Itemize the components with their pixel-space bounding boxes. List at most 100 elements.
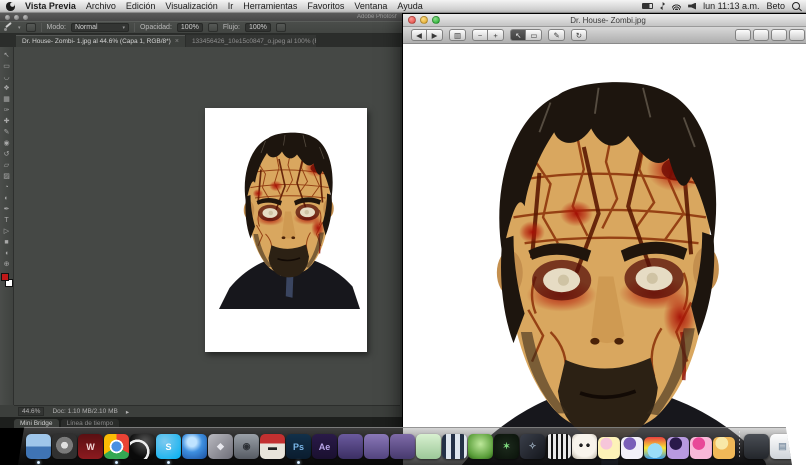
blue-orb-app-dock-icon[interactable] <box>182 434 207 459</box>
purple-app-2-dock-icon[interactable] <box>364 434 389 459</box>
dark-gem-app-dock-icon[interactable]: ✧ <box>520 434 545 459</box>
edit-button-3[interactable] <box>789 29 805 41</box>
edit-button-1[interactable] <box>753 29 769 41</box>
pony-rainbow-dash-dock-icon[interactable] <box>644 437 666 459</box>
bluetooth-icon[interactable] <box>660 2 666 10</box>
select-tool-button[interactable]: ▭ <box>526 29 543 41</box>
user-menu[interactable]: Beto <box>766 1 785 11</box>
marquee-tool[interactable]: ▭ <box>1 61 13 72</box>
brush-panel-toggle[interactable] <box>25 23 36 32</box>
pen-tool[interactable]: ✒ <box>1 204 13 215</box>
purple-app-3-dock-icon[interactable] <box>390 434 415 459</box>
brush-tool[interactable]: ✎ <box>1 127 13 138</box>
stacks-folder-dock-icon[interactable] <box>744 434 769 459</box>
wifi-icon[interactable] <box>672 2 682 10</box>
edit-button-2[interactable] <box>771 29 787 41</box>
rotate-button[interactable]: ↻ <box>570 29 588 41</box>
mini-bridge-tab[interactable]: Mini Bridge <box>14 419 59 428</box>
flow-field[interactable]: 100% <box>244 23 271 32</box>
zoom-in-button[interactable]: + <box>488 29 505 41</box>
mint-app-dock-icon[interactable] <box>416 434 441 459</box>
foreground-color-swatch[interactable] <box>0 273 9 281</box>
lasso-tool[interactable]: ◡ <box>1 72 13 83</box>
move-tool[interactable]: ↖ <box>1 50 13 61</box>
zoom-out-button[interactable]: − <box>472 29 489 41</box>
airbrush-toggle[interactable] <box>275 23 286 32</box>
brush-tool-icon[interactable] <box>4 23 13 32</box>
pony-pinkie-pie-dock-icon[interactable] <box>690 437 712 459</box>
menu-ir[interactable]: Ir <box>228 1 234 11</box>
path-selection-tool[interactable]: ▷ <box>1 226 13 237</box>
markup-button[interactable]: ✎ <box>548 29 565 41</box>
pony-fluttershy-dock-icon[interactable] <box>598 437 620 459</box>
document-tab-active[interactable]: Dr. House- Zombi- 1.jpg al 44.6% (Capa 1… <box>16 35 185 47</box>
close-button[interactable] <box>5 14 10 20</box>
menu-herramientas[interactable]: Herramientas <box>243 1 297 11</box>
tool-preset-arrow-icon[interactable]: ▾ <box>18 25 21 31</box>
dodge-tool[interactable]: ◐ <box>1 193 13 204</box>
menu-archivo[interactable]: Archivo <box>86 1 116 11</box>
healing-brush-tool[interactable]: ✚ <box>1 116 13 127</box>
menu-ventana[interactable]: Ventana <box>354 1 387 11</box>
pony-applejack-dock-icon[interactable] <box>713 437 735 459</box>
close-tab-icon[interactable]: × <box>175 38 179 45</box>
timeline-tab[interactable]: Línea de tiempo <box>60 419 120 428</box>
clone-stamp-tool[interactable]: ◉ <box>1 138 13 149</box>
chrome-dock-icon[interactable] <box>104 434 129 464</box>
movie-clapper-app-dock-icon[interactable]: ▬ <box>260 434 285 459</box>
app-menu-vista-previa[interactable]: Vista Previa <box>25 1 76 11</box>
green-shell-app-dock-icon[interactable] <box>468 434 493 459</box>
menu-edicion[interactable]: Edición <box>126 1 156 11</box>
menu-ayuda[interactable]: Ayuda <box>397 1 422 11</box>
quick-selection-tool[interactable]: ❖ <box>1 83 13 94</box>
back-button[interactable]: ◀ <box>411 29 427 41</box>
menu-visualizacion[interactable]: Visualización <box>165 1 217 11</box>
minimize-button[interactable] <box>14 14 19 20</box>
document-tab-inactive[interactable]: 133456426_10e15c0847_o.jpeg al 100% (RGB… <box>185 35 316 47</box>
black-swoosh-app-dock-icon[interactable] <box>130 434 155 459</box>
after-effects-dock-icon[interactable]: Ae <box>312 434 337 459</box>
thumbnail-view-button[interactable] <box>735 29 751 41</box>
move-tool-button[interactable]: ↖ <box>510 29 527 41</box>
zoom-tool[interactable]: ⊕ <box>1 259 13 270</box>
spotlight-icon[interactable] <box>792 2 800 10</box>
eyedropper-tool[interactable]: ✑ <box>1 105 13 116</box>
mode-dropdown[interactable]: Normal ▾ <box>70 23 129 32</box>
eraser-tool[interactable]: ▱ <box>1 160 13 171</box>
canvas-area[interactable] <box>14 47 400 405</box>
status-arrow-icon[interactable]: ▸ <box>126 408 129 416</box>
red-w-app-dock-icon[interactable]: W <box>78 434 103 459</box>
video-camera-app-dock-icon[interactable]: ◉ <box>234 434 259 459</box>
canvas-document[interactable] <box>205 108 367 352</box>
history-brush-tool[interactable]: ↺ <box>1 149 13 160</box>
preview-titlebar[interactable]: Dr. House- Zombi.jpg <box>403 14 806 27</box>
blur-tool[interactable]: ◔ <box>1 182 13 193</box>
sidebar-toggle-button[interactable]: ▥ <box>449 29 467 41</box>
crop-tool[interactable]: ▦ <box>1 94 13 105</box>
type-tool[interactable]: T <box>1 215 13 226</box>
gradient-tool[interactable]: ▨ <box>1 171 13 182</box>
green-star-app-dock-icon[interactable]: ✶ <box>494 434 519 459</box>
zoom-button[interactable] <box>23 14 28 20</box>
finder-dock-icon[interactable] <box>26 434 51 464</box>
forward-button[interactable]: ▶ <box>427 29 443 41</box>
film-strip-app-dock-icon[interactable] <box>442 434 467 459</box>
pony-twilight-dock-icon[interactable] <box>667 437 689 459</box>
tiger-app-dock-icon[interactable] <box>572 434 597 459</box>
disc-burner-dock-icon[interactable] <box>52 434 77 459</box>
zoom-level-field[interactable]: 44.6% <box>18 407 45 416</box>
gray-diamond-app-dock-icon[interactable]: ◆ <box>208 434 233 459</box>
photoshop-dock-icon[interactable]: Ps <box>286 434 311 464</box>
purple-app-1-dock-icon[interactable] <box>338 434 363 459</box>
skype-dock-icon[interactable]: S <box>156 434 181 464</box>
apple-menu-icon[interactable] <box>6 1 15 11</box>
volume-icon[interactable] <box>688 2 697 10</box>
menu-favoritos[interactable]: Favoritos <box>307 1 344 11</box>
hand-tool[interactable]: ◖ <box>1 248 13 259</box>
barcode-app-dock-icon[interactable] <box>546 434 571 459</box>
pressure-opacity-toggle[interactable] <box>207 23 218 32</box>
opacity-field[interactable]: 100% <box>176 23 203 32</box>
pony-rarity-dock-icon[interactable] <box>621 437 643 459</box>
menu-bar-clock[interactable]: lun 11:13 a.m. <box>703 1 759 11</box>
photoshop-titlebar[interactable]: Adobe Photoshop CS5 <box>0 13 402 21</box>
